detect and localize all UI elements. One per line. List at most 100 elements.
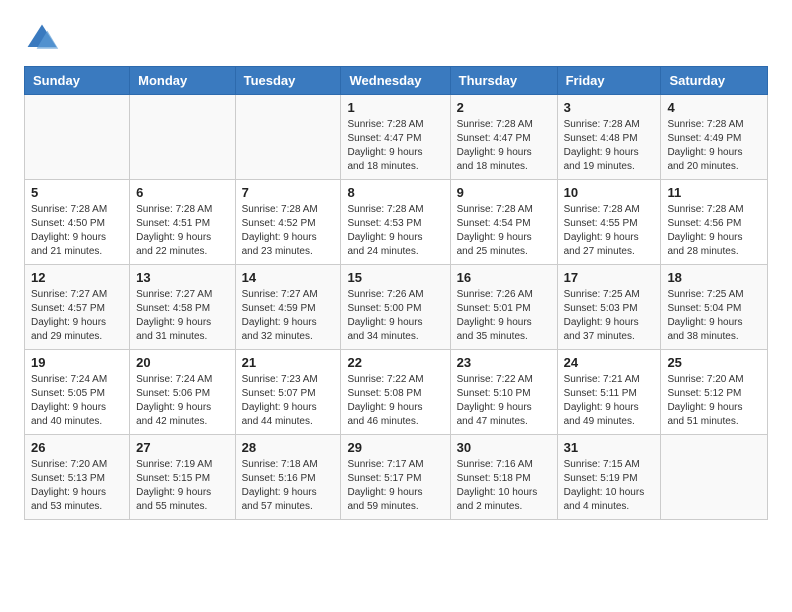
calendar-cell: 18Sunrise: 7:25 AM Sunset: 5:04 PM Dayli… [661, 265, 768, 350]
calendar-cell: 30 Sunrise: 7:16 AM Sunset: 5:18 PM Dayli… [450, 435, 557, 520]
cell-content: Sunrise: 7:28 AM Sunset: 4:52 PM Dayligh… [242, 203, 335, 259]
day-number: 1 [347, 100, 443, 115]
calendar-cell: 12 Sunrise: 7:27 AM Sunset: 4:57 PM Dayli… [25, 265, 130, 350]
calendar-cell: 17Sunrise: 7:25 AM Sunset: 5:03 PM Dayli… [557, 265, 661, 350]
cell-content: Sunrise: 7:21 AM Sunset: 5:11 PM Dayligh… [564, 373, 655, 429]
logo [24, 20, 66, 56]
day-number: 23 [457, 355, 551, 370]
page: SundayMondayTuesdayWednesdayThursdayFrid… [0, 0, 792, 540]
cell-content: Sunrise: 7:24 AM Sunset: 5:05 PM Dayligh… [31, 373, 123, 429]
day-number: 16 [457, 270, 551, 285]
calendar-cell: 31 Sunrise: 7:15 AM Sunset: 5:19 PM Dayli… [557, 435, 661, 520]
cell-content: Sunrise: 7:28 AM Sunset: 4:53 PM Dayligh… [347, 203, 443, 259]
day-number: 15 [347, 270, 443, 285]
weekday-header: Friday [557, 67, 661, 95]
calendar-cell: 20 Sunrise: 7:24 AM Sunset: 5:06 PM Dayli… [130, 350, 235, 435]
calendar-week-row: 1 Sunrise: 7:28 AM Sunset: 4:47 PM Daylig… [25, 95, 768, 180]
calendar-cell [661, 435, 768, 520]
calendar-cell: 6Sunrise: 7:28 AM Sunset: 4:51 PM Daylig… [130, 180, 235, 265]
day-number: 25 [667, 355, 761, 370]
cell-content: Sunrise: 7:28 AM Sunset: 4:56 PM Dayligh… [667, 203, 761, 259]
cell-content: Sunrise: 7:27 AM Sunset: 4:57 PM Dayligh… [31, 288, 123, 344]
day-number: 3 [564, 100, 655, 115]
day-number: 9 [457, 185, 551, 200]
calendar-week-row: 26 Sunrise: 7:20 AM Sunset: 5:13 PM Dayli… [25, 435, 768, 520]
calendar-cell: 10Sunrise: 7:28 AM Sunset: 4:55 PM Dayli… [557, 180, 661, 265]
day-number: 24 [564, 355, 655, 370]
calendar-cell [130, 95, 235, 180]
calendar-cell: 2Sunrise: 7:28 AM Sunset: 4:47 PM Daylig… [450, 95, 557, 180]
cell-content: Sunrise: 7:24 AM Sunset: 5:06 PM Dayligh… [136, 373, 228, 429]
weekday-header: Tuesday [235, 67, 341, 95]
logo-icon [24, 20, 60, 56]
day-number: 14 [242, 270, 335, 285]
day-number: 31 [564, 440, 655, 455]
day-number: 22 [347, 355, 443, 370]
cell-content: Sunrise: 7:28 AM Sunset: 4:49 PM Dayligh… [667, 118, 761, 174]
calendar-cell: 26 Sunrise: 7:20 AM Sunset: 5:13 PM Dayli… [25, 435, 130, 520]
weekday-header: Saturday [661, 67, 768, 95]
calendar: SundayMondayTuesdayWednesdayThursdayFrid… [24, 66, 768, 520]
calendar-cell: 28 Sunrise: 7:18 AM Sunset: 5:16 PM Dayli… [235, 435, 341, 520]
calendar-week-row: 19 Sunrise: 7:24 AM Sunset: 5:05 PM Dayli… [25, 350, 768, 435]
day-number: 4 [667, 100, 761, 115]
day-number: 6 [136, 185, 228, 200]
cell-content: Sunrise: 7:28 AM Sunset: 4:50 PM Dayligh… [31, 203, 123, 259]
cell-content: Sunrise: 7:26 AM Sunset: 5:01 PM Dayligh… [457, 288, 551, 344]
calendar-cell [25, 95, 130, 180]
weekday-header: Monday [130, 67, 235, 95]
day-number: 21 [242, 355, 335, 370]
calendar-cell: 25 Sunrise: 7:20 AM Sunset: 5:12 PM Dayli… [661, 350, 768, 435]
cell-content: Sunrise: 7:27 AM Sunset: 4:59 PM Dayligh… [242, 288, 335, 344]
calendar-cell: 29 Sunrise: 7:17 AM Sunset: 5:17 PM Dayli… [341, 435, 450, 520]
cell-content: Sunrise: 7:16 AM Sunset: 5:18 PM Dayligh… [457, 458, 551, 514]
day-number: 8 [347, 185, 443, 200]
day-number: 26 [31, 440, 123, 455]
day-number: 12 [31, 270, 123, 285]
cell-content: Sunrise: 7:15 AM Sunset: 5:19 PM Dayligh… [564, 458, 655, 514]
day-number: 13 [136, 270, 228, 285]
calendar-cell: 16 Sunrise: 7:26 AM Sunset: 5:01 PM Dayli… [450, 265, 557, 350]
weekday-header: Wednesday [341, 67, 450, 95]
calendar-cell [235, 95, 341, 180]
day-number: 28 [242, 440, 335, 455]
calendar-cell: 5 Sunrise: 7:28 AM Sunset: 4:50 PM Daylig… [25, 180, 130, 265]
cell-content: Sunrise: 7:28 AM Sunset: 4:55 PM Dayligh… [564, 203, 655, 259]
calendar-cell: 9 Sunrise: 7:28 AM Sunset: 4:54 PM Daylig… [450, 180, 557, 265]
day-number: 20 [136, 355, 228, 370]
cell-content: Sunrise: 7:18 AM Sunset: 5:16 PM Dayligh… [242, 458, 335, 514]
calendar-cell: 23 Sunrise: 7:22 AM Sunset: 5:10 PM Dayli… [450, 350, 557, 435]
day-number: 18 [667, 270, 761, 285]
day-number: 27 [136, 440, 228, 455]
cell-content: Sunrise: 7:23 AM Sunset: 5:07 PM Dayligh… [242, 373, 335, 429]
day-number: 19 [31, 355, 123, 370]
cell-content: Sunrise: 7:22 AM Sunset: 5:10 PM Dayligh… [457, 373, 551, 429]
cell-content: Sunrise: 7:20 AM Sunset: 5:13 PM Dayligh… [31, 458, 123, 514]
day-number: 29 [347, 440, 443, 455]
calendar-cell: 7 Sunrise: 7:28 AM Sunset: 4:52 PM Daylig… [235, 180, 341, 265]
calendar-cell: 22Sunrise: 7:22 AM Sunset: 5:08 PM Dayli… [341, 350, 450, 435]
calendar-week-row: 12 Sunrise: 7:27 AM Sunset: 4:57 PM Dayli… [25, 265, 768, 350]
day-number: 7 [242, 185, 335, 200]
cell-content: Sunrise: 7:17 AM Sunset: 5:17 PM Dayligh… [347, 458, 443, 514]
calendar-cell: 27 Sunrise: 7:19 AM Sunset: 5:15 PM Dayli… [130, 435, 235, 520]
calendar-cell: 15Sunrise: 7:26 AM Sunset: 5:00 PM Dayli… [341, 265, 450, 350]
weekday-header: Sunday [25, 67, 130, 95]
cell-content: Sunrise: 7:28 AM Sunset: 4:54 PM Dayligh… [457, 203, 551, 259]
cell-content: Sunrise: 7:28 AM Sunset: 4:48 PM Dayligh… [564, 118, 655, 174]
calendar-cell: 8 Sunrise: 7:28 AM Sunset: 4:53 PM Daylig… [341, 180, 450, 265]
calendar-cell: 1 Sunrise: 7:28 AM Sunset: 4:47 PM Daylig… [341, 95, 450, 180]
calendar-week-row: 5 Sunrise: 7:28 AM Sunset: 4:50 PM Daylig… [25, 180, 768, 265]
day-number: 5 [31, 185, 123, 200]
day-number: 2 [457, 100, 551, 115]
cell-content: Sunrise: 7:19 AM Sunset: 5:15 PM Dayligh… [136, 458, 228, 514]
cell-content: Sunrise: 7:28 AM Sunset: 4:47 PM Dayligh… [347, 118, 443, 174]
cell-content: Sunrise: 7:25 AM Sunset: 5:03 PM Dayligh… [564, 288, 655, 344]
weekday-header-row: SundayMondayTuesdayWednesdayThursdayFrid… [25, 67, 768, 95]
calendar-cell: 14 Sunrise: 7:27 AM Sunset: 4:59 PM Dayli… [235, 265, 341, 350]
cell-content: Sunrise: 7:20 AM Sunset: 5:12 PM Dayligh… [667, 373, 761, 429]
calendar-cell: 19 Sunrise: 7:24 AM Sunset: 5:05 PM Dayli… [25, 350, 130, 435]
weekday-header: Thursday [450, 67, 557, 95]
calendar-cell: 21 Sunrise: 7:23 AM Sunset: 5:07 PM Dayli… [235, 350, 341, 435]
day-number: 30 [457, 440, 551, 455]
